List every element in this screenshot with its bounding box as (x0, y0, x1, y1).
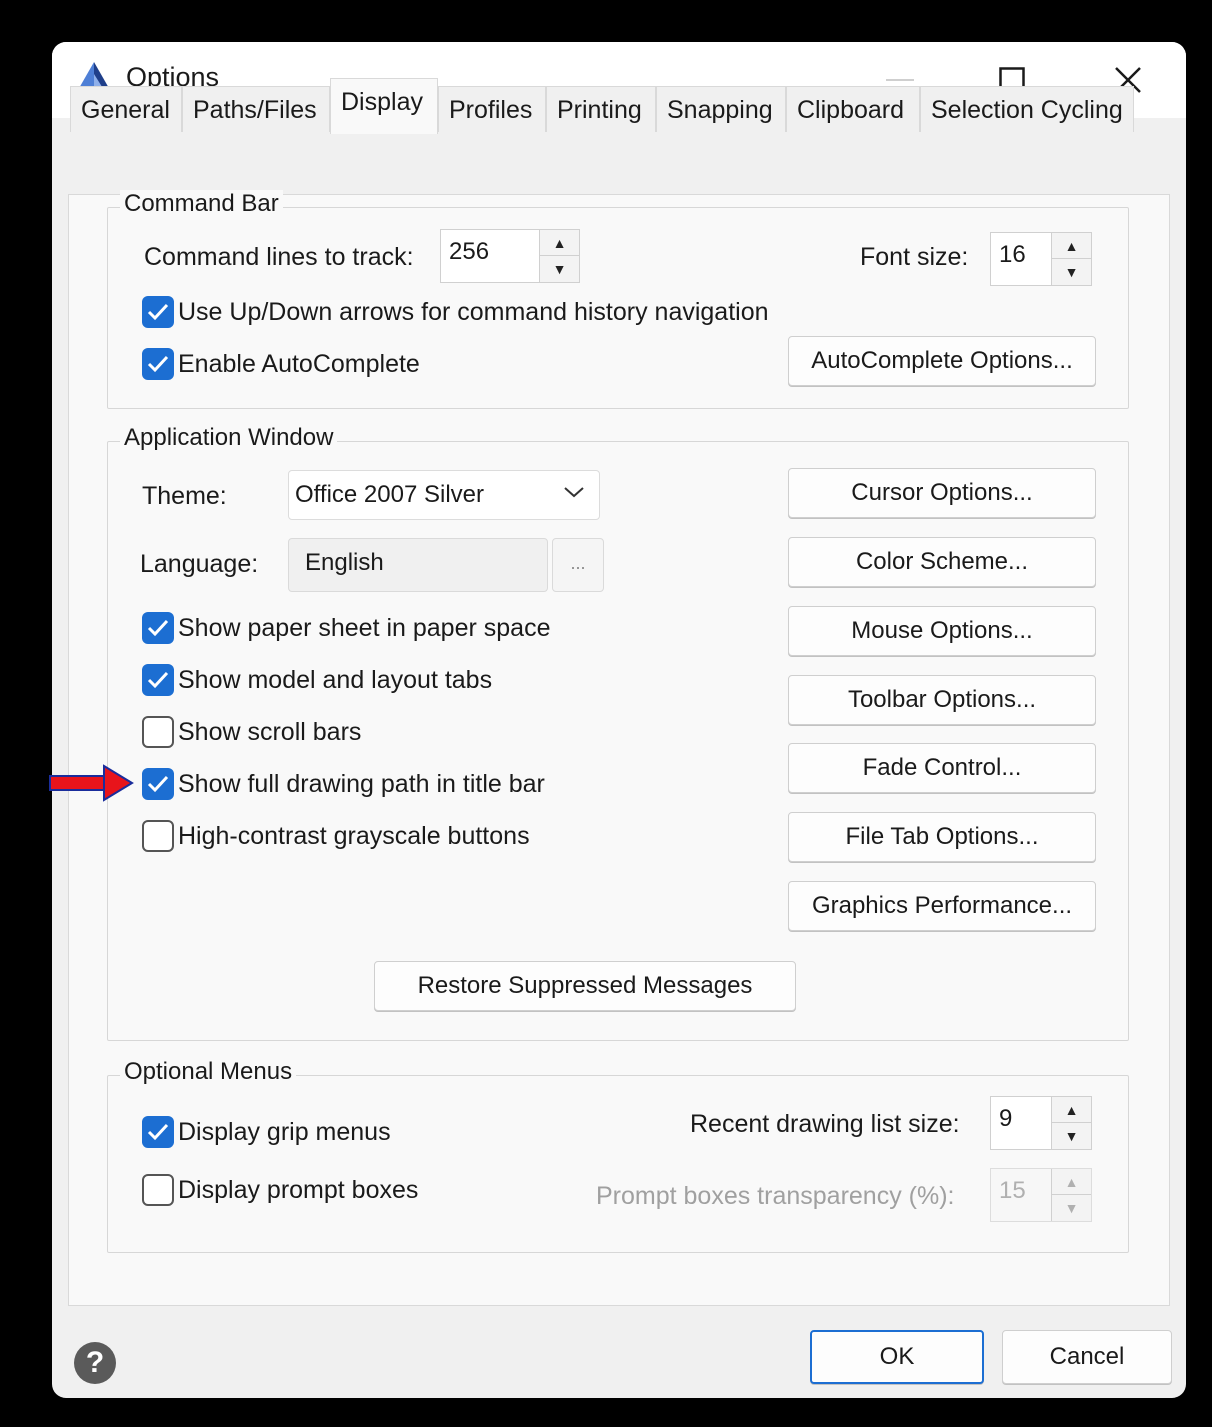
tab-clipboard[interactable]: Clipboard (786, 86, 920, 132)
tab-display[interactable]: Display (330, 78, 438, 134)
tab-selection-cycling[interactable]: Selection Cycling (920, 86, 1134, 132)
cancel-button[interactable]: Cancel (1002, 1330, 1172, 1384)
updown-history-label: Use Up/Down arrows for command history n… (178, 298, 769, 326)
recent-drawing-list-label: Recent drawing list size: (690, 1110, 960, 1138)
show-full-path-checkbox[interactable] (142, 768, 174, 800)
minimize-icon (886, 79, 914, 81)
chevron-down-icon (564, 487, 584, 498)
font-size-label: Font size: (860, 243, 969, 271)
restore-suppressed-messages-button[interactable]: Restore Suppressed Messages (374, 961, 796, 1011)
theme-value: Office 2007 Silver (295, 481, 484, 508)
theme-label: Theme: (142, 482, 227, 510)
spin-up-icon: ▲ (1052, 1169, 1091, 1195)
color-scheme-button[interactable]: Color Scheme... (788, 537, 1096, 587)
display-tab-panel: Command Bar Command lines to track: 256 … (68, 190, 1170, 1306)
display-grip-menus-checkbox[interactable] (142, 1116, 174, 1148)
theme-select[interactable]: Office 2007 Silver (288, 470, 600, 520)
spin-up-icon[interactable]: ▲ (1052, 1097, 1091, 1123)
spin-down-icon[interactable]: ▼ (1052, 259, 1091, 285)
annotation-arrow-icon (49, 764, 134, 802)
prompt-transparency-label: Prompt boxes transparency (%): (596, 1182, 955, 1210)
show-model-layout-tabs-label: Show model and layout tabs (178, 666, 493, 694)
command-lines-label: Command lines to track: (144, 243, 414, 271)
cursor-options-button[interactable]: Cursor Options... (788, 468, 1096, 518)
high-contrast-buttons-checkbox[interactable] (142, 820, 174, 852)
command-lines-value: 256 (449, 238, 490, 265)
tab-profiles[interactable]: Profiles (438, 86, 546, 132)
optional-menus-legend: Optional Menus (120, 1058, 297, 1086)
language-label: Language: (140, 550, 259, 578)
language-browse-button[interactable]: ... (552, 538, 604, 592)
high-contrast-buttons-label: High-contrast grayscale buttons (178, 822, 530, 850)
show-paper-sheet-label: Show paper sheet in paper space (178, 614, 551, 642)
checkmark-icon (147, 355, 169, 373)
spin-up-icon[interactable]: ▲ (1052, 233, 1091, 259)
optional-menus-group: Optional Menus Display grip menus Displa… (107, 1058, 1129, 1253)
show-model-layout-tabs-checkbox[interactable] (142, 664, 174, 696)
fade-control-button[interactable]: Fade Control... (788, 743, 1096, 793)
recent-drawing-list-stepper[interactable]: 9 ▲ ▼ (990, 1096, 1092, 1150)
toolbar-options-button[interactable]: Toolbar Options... (788, 675, 1096, 725)
tab-printing[interactable]: Printing (546, 86, 656, 132)
file-tab-options-button[interactable]: File Tab Options... (788, 812, 1096, 862)
updown-history-checkbox[interactable] (142, 296, 174, 328)
spin-down-icon[interactable]: ▼ (540, 256, 579, 282)
ok-button[interactable]: OK (810, 1330, 984, 1384)
prompt-transparency-value: 15 (999, 1177, 1026, 1204)
spin-down-icon: ▼ (1064, 1200, 1079, 1216)
checkmark-icon (147, 671, 169, 689)
stepper-arrows: ▲ ▼ (539, 230, 579, 282)
show-full-path-label: Show full drawing path in title bar (178, 770, 545, 798)
options-dialog: Options General Paths/Files Display Prof… (52, 42, 1186, 1398)
application-window-group: Application Window Theme: Office 2007 Si… (107, 424, 1129, 1041)
checkmark-icon (147, 619, 169, 637)
application-window-legend: Application Window (120, 424, 338, 452)
help-icon[interactable]: ? (74, 1342, 116, 1384)
show-scroll-bars-label: Show scroll bars (178, 718, 362, 746)
command-lines-stepper[interactable]: 256 ▲ ▼ (440, 229, 580, 283)
command-bar-legend: Command Bar (120, 190, 283, 218)
show-paper-sheet-checkbox[interactable] (142, 612, 174, 644)
display-prompt-boxes-checkbox[interactable] (142, 1174, 174, 1206)
display-grip-menus-label: Display grip menus (178, 1118, 391, 1146)
checkmark-icon (147, 303, 169, 321)
language-value: English (305, 549, 384, 576)
tab-paths-files[interactable]: Paths/Files (182, 86, 330, 132)
spin-down-icon[interactable]: ▼ (1052, 1123, 1091, 1149)
command-bar-group: Command Bar Command lines to track: 256 … (107, 190, 1129, 409)
enable-autocomplete-label: Enable AutoComplete (178, 350, 420, 378)
font-size-stepper[interactable]: 16 ▲ ▼ (990, 232, 1092, 286)
language-field: English (288, 538, 548, 592)
display-prompt-boxes-label: Display prompt boxes (178, 1176, 419, 1204)
spin-up-icon[interactable]: ▲ (540, 230, 579, 256)
enable-autocomplete-checkbox[interactable] (142, 348, 174, 380)
checkmark-icon (147, 775, 169, 793)
checkmark-icon (147, 1123, 169, 1141)
show-scroll-bars-checkbox[interactable] (142, 716, 174, 748)
graphics-performance-button[interactable]: Graphics Performance... (788, 881, 1096, 931)
font-size-value: 16 (999, 241, 1026, 268)
stepper-arrows: ▲ ▼ (1051, 1169, 1091, 1221)
recent-drawing-list-value: 9 (999, 1105, 1013, 1132)
autocomplete-options-button[interactable]: AutoComplete Options... (788, 336, 1096, 386)
prompt-transparency-stepper: 15 ▲ ▼ (990, 1168, 1092, 1222)
tab-general[interactable]: General (70, 86, 182, 132)
stepper-arrows: ▲ ▼ (1051, 233, 1091, 285)
tab-snapping[interactable]: Snapping (656, 86, 786, 132)
mouse-options-button[interactable]: Mouse Options... (788, 606, 1096, 656)
stepper-arrows: ▲ ▼ (1051, 1097, 1091, 1149)
